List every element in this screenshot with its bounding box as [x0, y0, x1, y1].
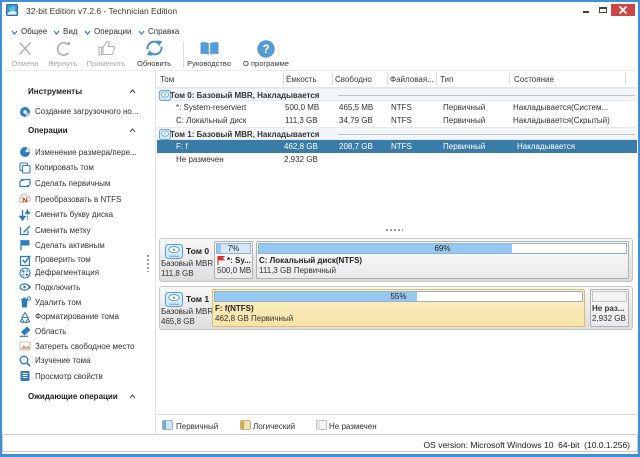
svg-text:N: N — [22, 196, 27, 205]
svg-text:?: ? — [262, 44, 269, 56]
